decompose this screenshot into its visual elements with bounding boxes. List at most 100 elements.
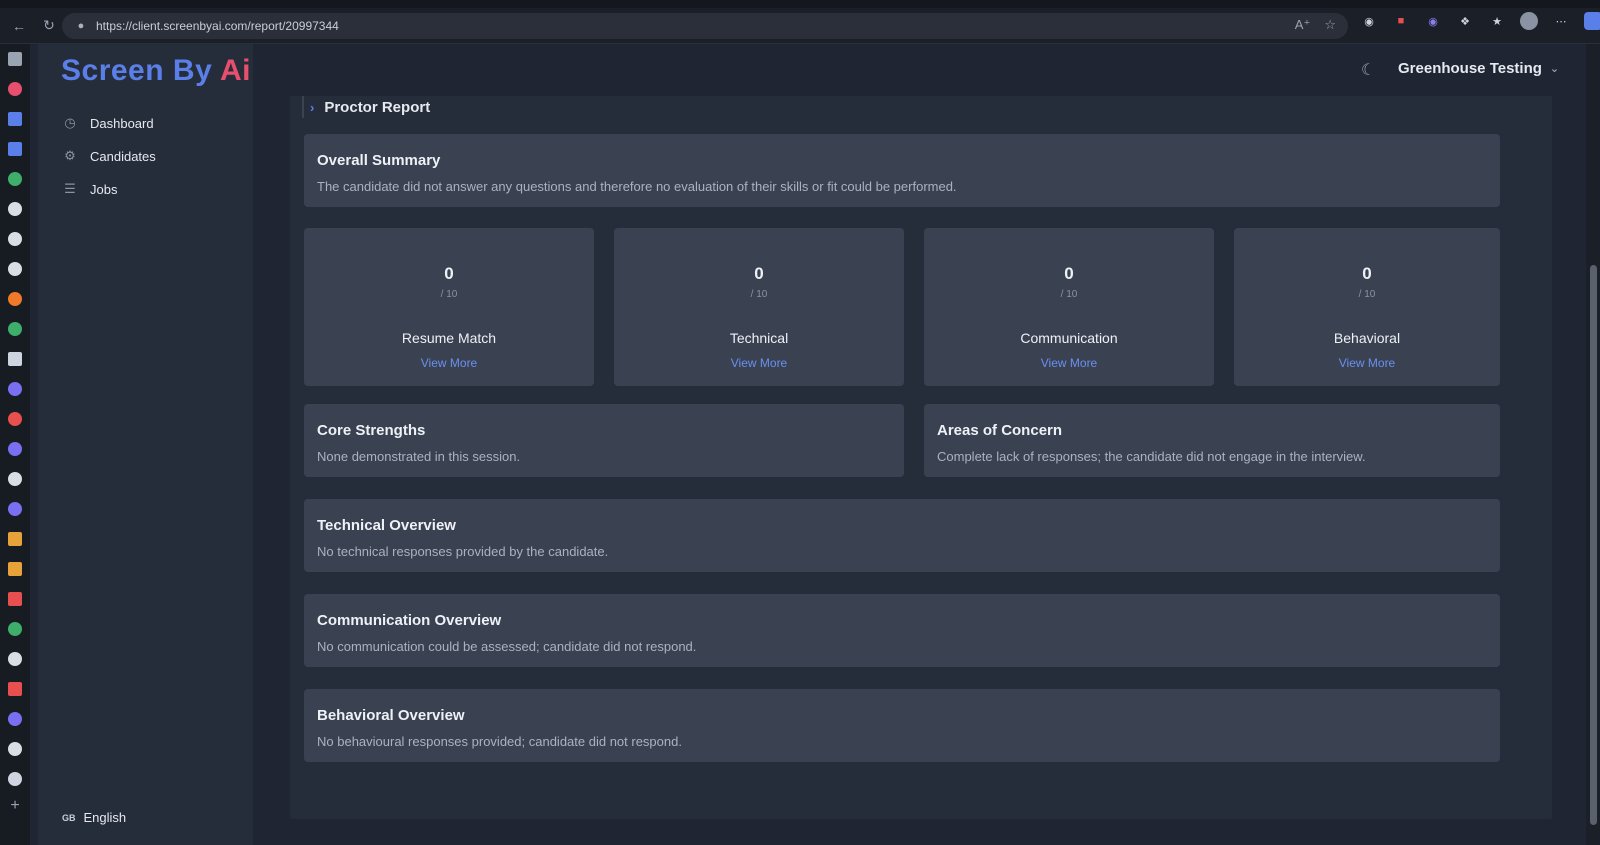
back-icon[interactable]: ← xyxy=(8,15,30,37)
tab-icon[interactable] xyxy=(8,592,22,606)
tab-icon[interactable] xyxy=(8,262,22,276)
app-header: ☾ Greenhouse Testing ⌄ xyxy=(253,44,1573,96)
card-text: No communication could be assessed; cand… xyxy=(317,639,697,654)
tab-icon[interactable] xyxy=(8,742,22,756)
tab-icon[interactable] xyxy=(8,322,22,336)
sidebar-item-label: Jobs xyxy=(90,181,118,197)
view-more-link[interactable]: View More xyxy=(304,356,594,370)
tab-icon[interactable] xyxy=(8,532,22,546)
copilot-icon[interactable] xyxy=(1584,12,1600,30)
tab-icon[interactable] xyxy=(8,172,22,186)
score-value: 0 xyxy=(1064,264,1074,283)
jobs-icon: ☰ xyxy=(64,181,76,196)
tab-icon[interactable] xyxy=(8,412,22,426)
extension-icon[interactable]: ■ xyxy=(1392,12,1410,30)
chevron-down-icon: ⌄ xyxy=(1549,63,1560,75)
behavioral-overview-card: Behavioral Overview No behavioural respo… xyxy=(304,689,1500,762)
page-scrollbar-thumb[interactable] xyxy=(1590,265,1597,825)
chevron-right-icon: › xyxy=(310,99,315,115)
score-max: / 10 xyxy=(1060,289,1078,300)
tab-icon[interactable] xyxy=(8,772,22,786)
extensions-puzzle-icon[interactable]: ❖ xyxy=(1456,12,1474,30)
overall-summary-card: Overall Summary The candidate did not an… xyxy=(304,134,1500,207)
card-text: The candidate did not answer any questio… xyxy=(317,179,957,194)
score-max: / 10 xyxy=(440,289,458,300)
sidebar-item-candidates[interactable]: ⚙ Candidates xyxy=(62,144,156,168)
sidebar-item-jobs[interactable]: ☰ Jobs xyxy=(62,177,117,201)
core-strengths-card: Core Strengths None demonstrated in this… xyxy=(304,404,904,477)
flag-icon: GB xyxy=(62,812,76,823)
card-title: Technical Overview xyxy=(317,517,456,534)
proctor-report-title: Proctor Report xyxy=(324,98,431,116)
score-max: / 10 xyxy=(1358,289,1376,300)
areas-of-concern-card: Areas of Concern Complete lack of respon… xyxy=(924,404,1500,477)
tab-icon[interactable] xyxy=(8,502,22,516)
tab-icon[interactable] xyxy=(8,52,22,66)
tab-icon[interactable] xyxy=(8,112,22,126)
tab-icon[interactable] xyxy=(8,82,22,96)
read-aloud-icon[interactable]: A⁺ xyxy=(1295,17,1311,33)
vertical-tabs: + xyxy=(0,44,30,845)
card-title: Core Strengths xyxy=(317,422,426,439)
language-selector[interactable]: GB English xyxy=(62,810,126,825)
tab-icon[interactable] xyxy=(8,232,22,246)
tab-icon[interactable] xyxy=(8,382,22,396)
url-text: https://client.screenbyai.com/report/209… xyxy=(96,19,339,33)
card-text: Complete lack of responses; the candidat… xyxy=(937,449,1366,464)
sidebar-item-label: Candidates xyxy=(90,148,156,164)
card-title: Behavioral Overview xyxy=(317,707,465,724)
address-bar[interactable]: ● https://client.screenbyai.com/report/2… xyxy=(62,13,1348,39)
score-card-communication: 0 / 10 Communication View More xyxy=(924,228,1214,386)
tab-icon[interactable] xyxy=(8,622,22,636)
favorite-star-icon[interactable]: ☆ xyxy=(1324,17,1336,33)
view-more-link[interactable]: View More xyxy=(614,356,904,370)
sidebar-item-dashboard[interactable]: ◷ Dashboard xyxy=(62,111,153,135)
card-text: No technical responses provided by the c… xyxy=(317,544,609,559)
card-text: No behavioural responses provided; candi… xyxy=(317,734,682,749)
profile-avatar-icon[interactable] xyxy=(1520,12,1538,30)
view-more-link[interactable]: View More xyxy=(1234,356,1500,370)
browser-toolbar: ← ↻ ● https://client.screenbyai.com/repo… xyxy=(0,8,1600,44)
tab-icon[interactable] xyxy=(8,202,22,216)
score-label: Behavioral xyxy=(1333,330,1401,346)
extension-icon[interactable]: ◉ xyxy=(1424,12,1442,30)
language-label: English xyxy=(83,810,127,825)
new-tab-icon[interactable]: + xyxy=(8,798,22,814)
tab-icon[interactable] xyxy=(8,562,22,576)
extension-icon[interactable]: ◉ xyxy=(1360,12,1378,30)
communication-overview-card: Communication Overview No communication … xyxy=(304,594,1500,667)
score-label: Technical xyxy=(729,330,789,346)
reload-icon[interactable]: ↻ xyxy=(38,15,60,37)
window-title-strip xyxy=(0,0,1600,8)
score-value: 0 xyxy=(1362,264,1372,283)
tab-icon[interactable] xyxy=(8,712,22,726)
org-selector[interactable]: Greenhouse Testing ⌄ xyxy=(1398,60,1559,77)
technical-overview-card: Technical Overview No technical response… xyxy=(304,499,1500,572)
tab-icon[interactable] xyxy=(8,472,22,486)
lock-icon: ● xyxy=(77,20,85,32)
score-label: Resume Match xyxy=(401,330,497,346)
card-title: Communication Overview xyxy=(317,612,502,629)
tab-icon[interactable] xyxy=(8,352,22,366)
score-card-resume-match: 0 / 10 Resume Match View More xyxy=(304,228,594,386)
favorites-icon[interactable]: ★ xyxy=(1488,12,1506,30)
org-name: Greenhouse Testing xyxy=(1398,60,1542,77)
score-value: 0 xyxy=(444,264,454,283)
dark-mode-toggle-icon[interactable]: ☾ xyxy=(1361,60,1375,80)
card-title: Areas of Concern xyxy=(937,422,1063,439)
view-more-link[interactable]: View More xyxy=(924,356,1214,370)
tab-icon[interactable] xyxy=(8,442,22,456)
score-label: Communication xyxy=(1020,330,1118,346)
proctor-report-toggle[interactable]: › Proctor Report xyxy=(302,96,431,118)
score-value: 0 xyxy=(754,264,764,283)
more-menu-icon[interactable]: ⋯ xyxy=(1552,12,1570,30)
card-text: None demonstrated in this session. xyxy=(317,449,521,464)
tab-icon[interactable] xyxy=(8,142,22,156)
score-card-behavioral: 0 / 10 Behavioral View More xyxy=(1234,228,1500,386)
tab-icon[interactable] xyxy=(8,652,22,666)
score-max: / 10 xyxy=(750,289,768,300)
tab-icon[interactable] xyxy=(8,682,22,696)
tab-icon[interactable] xyxy=(8,292,22,306)
section-divider xyxy=(302,96,304,118)
app-logo[interactable]: Screen By Ai xyxy=(61,54,251,88)
